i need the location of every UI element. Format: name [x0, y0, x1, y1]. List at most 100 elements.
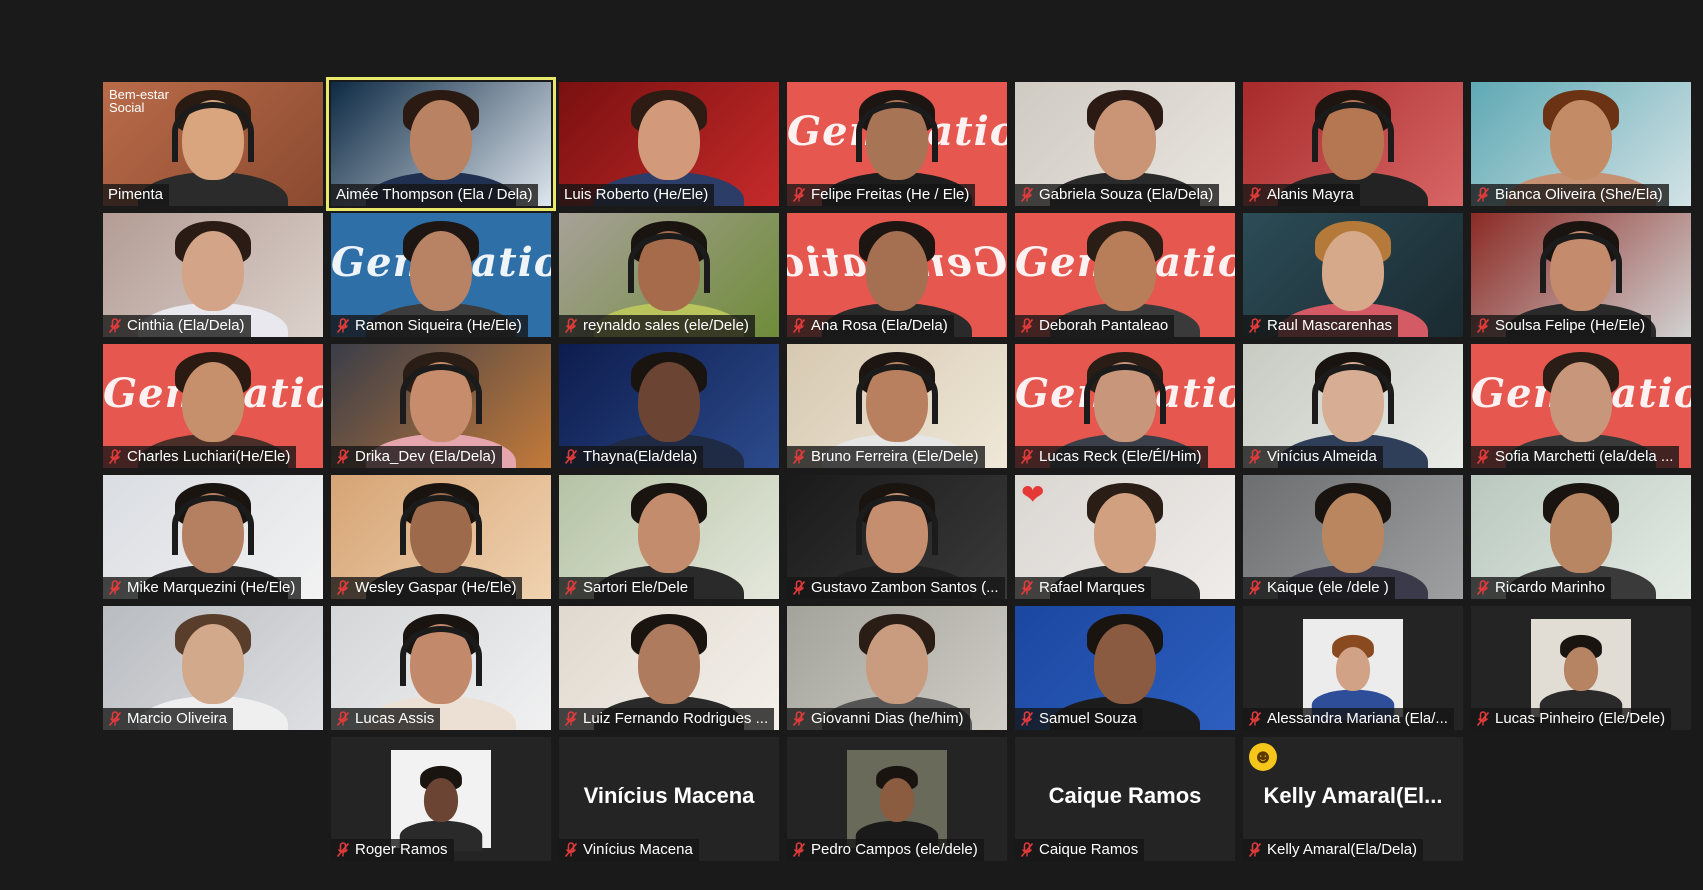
muted-mic-icon — [1476, 449, 1490, 465]
participant-name-tag: reynaldo sales (ele/Dele) — [559, 315, 755, 337]
participant-tile[interactable]: GenerationLucas Reck (Ele/Él/Him) — [1015, 344, 1235, 468]
muted-mic-icon — [1476, 318, 1490, 334]
participant-name: Roger Ramos — [355, 841, 448, 858]
participant-tile[interactable]: Thayna(Ela/dela) — [559, 344, 779, 468]
participant-tile[interactable]: Vinícius Macena Vinícius Macena — [559, 737, 779, 861]
profile-picture — [391, 750, 491, 852]
participant-tile[interactable]: Giovanni Dias (he/him) — [787, 606, 1007, 730]
participant-tile[interactable]: GenerationRamon Siqueira (He/Ele) — [331, 213, 551, 337]
participant-name-tag: Alanis Mayra — [1243, 184, 1360, 206]
muted-mic-icon — [1020, 711, 1034, 727]
headset — [172, 102, 254, 162]
participant-tile[interactable]: Lucas Assis — [331, 606, 551, 730]
participant-name-tag: Marcio Oliveira — [103, 708, 234, 730]
participant-tile[interactable]: Soulsa Felipe (He/Ele) — [1471, 213, 1691, 337]
participant-tile[interactable]: Bem-estar Social Pimenta — [103, 82, 323, 206]
participant-tile[interactable]: Gustavo Zambon Santos (... — [787, 475, 1007, 599]
participant-name-tag: Soulsa Felipe (He/Ele) — [1471, 315, 1652, 337]
headset — [628, 233, 710, 293]
heart-reaction-icon: ❤ — [1021, 479, 1045, 510]
participant-name: Deborah Pantaleao — [1039, 317, 1169, 334]
participant-tile[interactable]: Bruno Ferreira (Ele/Dele) — [787, 344, 1007, 468]
participant-name-tag: Kelly Amaral(Ela/Dela) — [1243, 839, 1424, 861]
profile-picture — [1303, 619, 1403, 721]
participant-tile[interactable]: Cinthia (Ela/Dela) — [103, 213, 323, 337]
person-face — [1563, 647, 1599, 691]
muted-mic-icon — [1020, 449, 1034, 465]
participant-tile[interactable]: Kelly Amaral(El... ☻ Kelly Amaral(Ela/Dela… — [1243, 737, 1463, 861]
participant-name-tag: Ricardo Marinho — [1471, 577, 1612, 599]
profile-picture — [847, 750, 947, 852]
video-gallery: Bem-estar Social Pimenta Aimée Thompson (E… — [0, 0, 1703, 890]
participant-name: Charles Luchiari(He/Ele) — [127, 448, 291, 465]
participant-tile[interactable]: Wesley Gaspar (He/Ele) — [331, 475, 551, 599]
muted-mic-icon — [564, 449, 578, 465]
participant-tile[interactable]: Samuel Souza — [1015, 606, 1235, 730]
person-face — [1550, 100, 1612, 180]
participant-name-tag: Pimenta — [103, 184, 170, 206]
participant-tile[interactable]: ❤ Rafael Marques — [1015, 475, 1235, 599]
muted-mic-icon — [108, 580, 122, 596]
participant-tile[interactable]: Aimée Thompson (Ela / Dela) — [326, 77, 556, 211]
participant-tile[interactable]: Mike Marquezini (He/Ele) — [103, 475, 323, 599]
muted-mic-icon — [564, 318, 578, 334]
participant-name: Mike Marquezini (He/Ele) — [127, 579, 296, 596]
participant-tile[interactable]: Luis Roberto (He/Ele) — [559, 82, 779, 206]
participant-tile[interactable]: Lucas Pinheiro (Ele/Dele) — [1471, 606, 1691, 730]
participant-name: Pimenta — [108, 186, 164, 203]
person-face — [1094, 231, 1156, 311]
person-face — [182, 362, 244, 442]
person-face — [1550, 362, 1612, 442]
participant-name-tag: Luiz Fernando Rodrigues ... — [559, 708, 775, 730]
muted-mic-icon — [1248, 449, 1262, 465]
participant-display-name: Kelly Amaral(El... — [1263, 783, 1443, 808]
participant-name-tag: Ana Rosa (Ela/Dela) — [787, 315, 954, 337]
headset — [856, 102, 938, 162]
participant-name: Vinícius Macena — [583, 841, 693, 858]
participant-tile[interactable]: Kaique (ele /dele ) — [1243, 475, 1463, 599]
participant-name: Kelly Amaral(Ela/Dela) — [1267, 841, 1418, 858]
participant-name: Thayna(Ela/dela) — [583, 448, 698, 465]
participant-name-tag: Thayna(Ela/dela) — [559, 446, 704, 468]
participant-tile[interactable]: GenerationDeborah Pantaleao — [1015, 213, 1235, 337]
participant-tile[interactable]: GenerationAna Rosa (Ela/Dela) — [787, 213, 1007, 337]
participant-tile[interactable]: Pedro Campos (ele/dele) — [787, 737, 1007, 861]
participant-tile[interactable]: GenerationFelipe Freitas (He / Ele) — [787, 82, 1007, 206]
participant-tile[interactable]: GenerationSofia Marchetti (ela/dela ... — [1471, 344, 1691, 468]
participant-tile[interactable]: GenerationCharles Luchiari(He/Ele) — [103, 344, 323, 468]
person-face — [638, 624, 700, 704]
headset — [856, 495, 938, 555]
person-face — [182, 231, 244, 311]
participant-tile[interactable]: Alessandra Mariana (Ela/... — [1243, 606, 1463, 730]
participant-tile[interactable]: Caique Ramos Caique Ramos — [1015, 737, 1235, 861]
participant-tile[interactable]: Alanis Mayra — [1243, 82, 1463, 206]
muted-mic-icon — [792, 711, 806, 727]
person-face — [1322, 231, 1384, 311]
muted-mic-icon — [1476, 187, 1490, 203]
muted-mic-icon — [336, 580, 350, 596]
participant-name: Luiz Fernando Rodrigues ... — [583, 710, 769, 727]
participant-name: Rafael Marques — [1039, 579, 1145, 596]
muted-mic-icon — [1476, 711, 1490, 727]
participant-tile[interactable]: Drika_Dev (Ela/Dela) — [331, 344, 551, 468]
person-face — [879, 778, 915, 822]
participant-tile[interactable]: Marcio Oliveira — [103, 606, 323, 730]
participant-tile[interactable]: reynaldo sales (ele/Dele) — [559, 213, 779, 337]
muted-mic-icon — [336, 449, 350, 465]
muted-mic-icon — [1248, 711, 1262, 727]
participant-tile[interactable]: Roger Ramos — [331, 737, 551, 861]
headset — [856, 364, 938, 424]
participant-tile[interactable]: Raul Mascarenhas — [1243, 213, 1463, 337]
participant-tile[interactable]: Sartori Ele/Dele — [559, 475, 779, 599]
participant-tile[interactable]: Bianca Oliveira (She/Ela) — [1471, 82, 1691, 206]
participant-name: reynaldo sales (ele/Dele) — [583, 317, 749, 334]
participant-name: Raul Mascarenhas — [1267, 317, 1393, 334]
participant-tile[interactable]: Vinícius Almeida — [1243, 344, 1463, 468]
person-face — [182, 624, 244, 704]
participant-tile[interactable]: Gabriela Souza (Ela/Dela) — [1015, 82, 1235, 206]
muted-mic-icon — [1476, 580, 1490, 596]
participant-tile[interactable]: Luiz Fernando Rodrigues ... — [559, 606, 779, 730]
muted-mic-icon — [336, 318, 350, 334]
participant-tile[interactable]: Ricardo Marinho — [1471, 475, 1691, 599]
participant-name-tag: Gustavo Zambon Santos (... — [787, 577, 1005, 599]
